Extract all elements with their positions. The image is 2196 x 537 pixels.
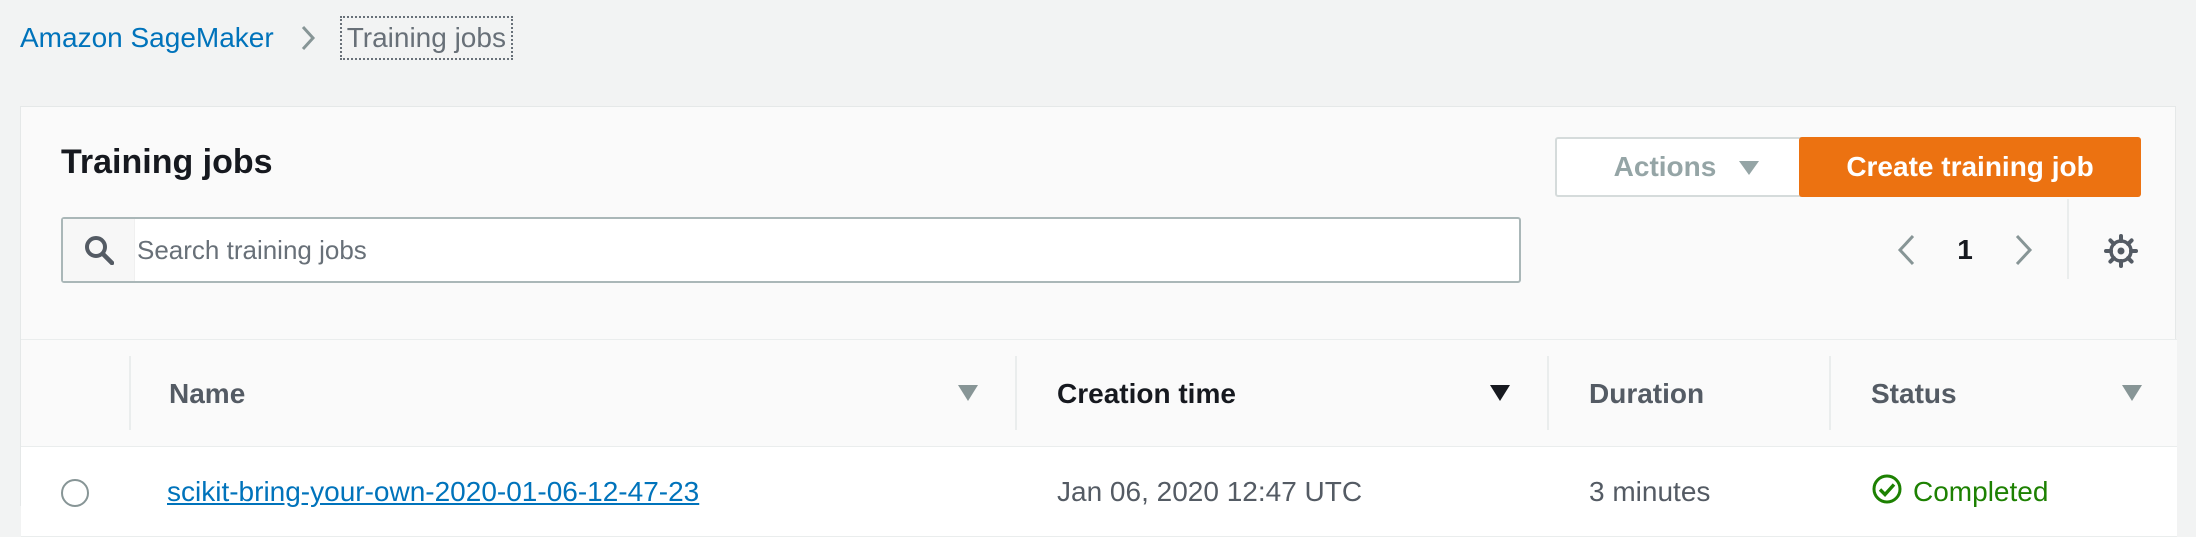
pager-divider — [2067, 199, 2069, 279]
duration-cell: 3 minutes — [1589, 476, 1711, 507]
gear-icon[interactable] — [2099, 229, 2143, 273]
training-jobs-panel: Training jobs Actions Create training jo… — [20, 106, 2177, 537]
actions-button[interactable]: Actions — [1555, 137, 1819, 197]
creation-time-cell: Jan 06, 2020 12:47 UTC — [1057, 476, 1363, 507]
column-separator — [1829, 356, 1831, 430]
search-input[interactable] — [135, 219, 1519, 281]
status-badge: Completed — [1871, 473, 2048, 512]
column-separator — [1547, 356, 1549, 430]
page-title: Training jobs — [61, 143, 273, 181]
breadcrumb: Amazon SageMaker Training jobs — [20, 16, 513, 60]
column-separator — [129, 356, 131, 430]
breadcrumb-current: Training jobs — [339, 16, 513, 60]
create-training-job-button[interactable]: Create training job — [1799, 137, 2141, 197]
table-header: Name Creation time Duration Status — [21, 339, 2177, 447]
chevron-right-icon — [300, 24, 316, 52]
column-separator — [1015, 356, 1017, 430]
pagination: 1 — [1881, 225, 2049, 275]
chevron-right-icon[interactable] — [1999, 225, 2049, 275]
column-header-duration[interactable]: Duration — [1589, 340, 1704, 448]
status-label: Completed — [1913, 476, 2049, 507]
column-header-name[interactable]: Name — [169, 340, 245, 448]
search-icon — [63, 219, 135, 281]
check-circle-icon — [1871, 473, 1903, 512]
actions-button-label: Actions — [1613, 151, 1717, 182]
training-job-name-link[interactable]: scikit-bring-your-own-2020-01-06-12-47-2… — [167, 476, 699, 508]
sort-caret-icon[interactable] — [2121, 384, 2143, 402]
table-row[interactable]: scikit-bring-your-own-2020-01-06-12-47-2… — [21, 447, 2177, 537]
sort-caret-icon[interactable] — [1489, 384, 1511, 402]
chevron-left-icon[interactable] — [1881, 225, 1931, 275]
sort-caret-icon[interactable] — [957, 384, 979, 402]
row-select-radio[interactable] — [61, 479, 89, 507]
current-page-number[interactable]: 1 — [1931, 234, 1999, 266]
column-header-creation-time[interactable]: Creation time — [1057, 340, 1236, 448]
column-header-status[interactable]: Status — [1871, 340, 1957, 448]
breadcrumb-sagemaker-link[interactable]: Amazon SageMaker — [20, 22, 274, 54]
caret-down-icon — [1738, 151, 1760, 183]
search-box — [61, 217, 1521, 283]
